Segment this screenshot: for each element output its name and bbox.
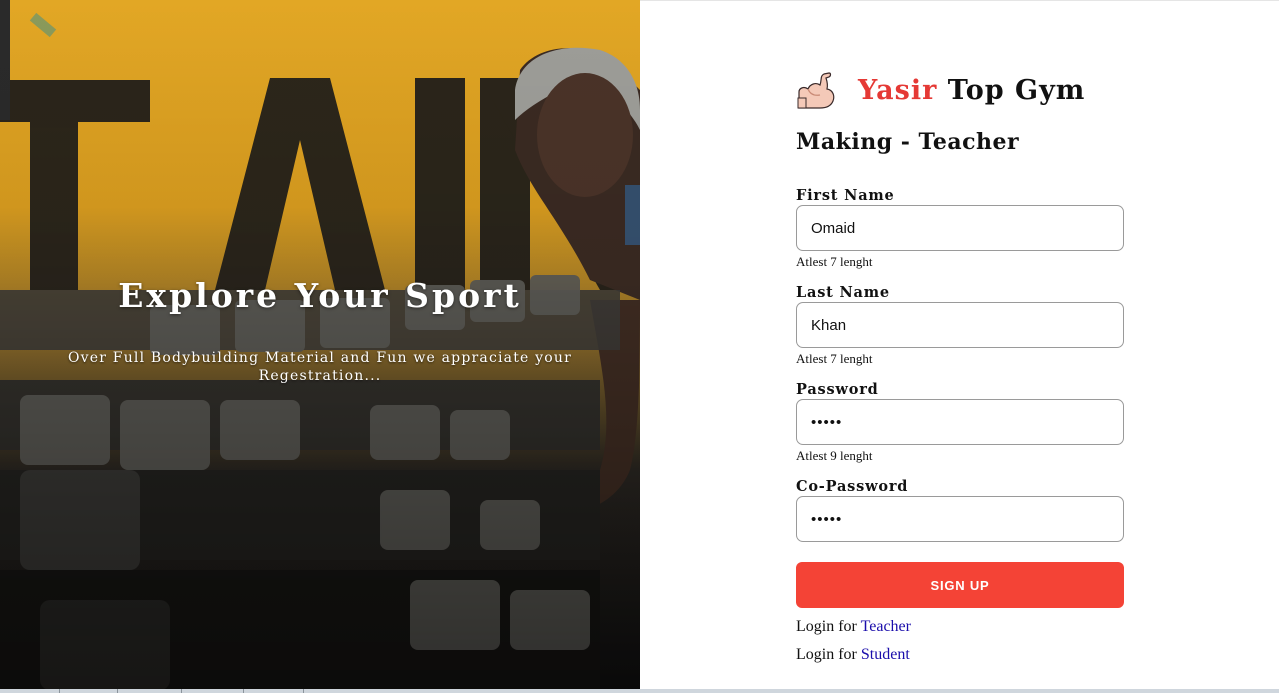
signup-panel: Yasir Top Gym Making - Teacher First Nam… xyxy=(640,0,1279,690)
login-student-line: Login for Student xyxy=(796,646,910,664)
brand-name: Yasir Top Gym xyxy=(858,75,1085,106)
password-hint: Atlest 9 lenght xyxy=(796,448,873,463)
password-input[interactable] xyxy=(796,399,1124,445)
login-teacher-line: Login for Teacher xyxy=(796,618,911,636)
taskbar-tab[interactable] xyxy=(118,689,182,693)
hero-overlay xyxy=(0,0,640,690)
taskbar-strip xyxy=(0,689,1279,693)
hero-title: Explore Your Sport xyxy=(118,276,522,315)
first-name-hint: Atlest 7 lenght xyxy=(796,254,873,269)
password-label: Password xyxy=(796,381,879,398)
login-teacher-link[interactable]: Teacher xyxy=(861,618,911,635)
form-title: Making - Teacher xyxy=(796,129,1020,155)
sign-up-button[interactable]: SIGN UP xyxy=(796,562,1124,608)
taskbar-tab[interactable] xyxy=(244,689,304,693)
login-student-link[interactable]: Student xyxy=(861,646,910,663)
brand: Yasir Top Gym xyxy=(796,69,1085,111)
login-student-prefix: Login for xyxy=(796,646,861,663)
last-name-input[interactable] xyxy=(796,302,1124,348)
first-name-input[interactable] xyxy=(796,205,1124,251)
last-name-hint: Atlest 7 lenght xyxy=(796,351,873,366)
co-password-field: Co-Password xyxy=(796,478,1124,542)
hero-subtitle: Over Full Bodybuilding Material and Fun … xyxy=(67,350,573,384)
co-password-input[interactable] xyxy=(796,496,1124,542)
hero-panel: Explore Your Sport Over Full Bodybuildin… xyxy=(0,0,640,690)
taskbar-tab[interactable] xyxy=(60,689,118,693)
brand-name-accent: Yasir xyxy=(858,74,938,106)
taskbar-tab[interactable] xyxy=(0,689,60,693)
flexed-biceps-icon xyxy=(797,72,835,109)
last-name-label: Last Name xyxy=(796,284,890,301)
co-password-label: Co-Password xyxy=(796,478,909,495)
password-field: Password Atlest 9 lenght xyxy=(796,381,1124,464)
brand-name-rest: Top Gym xyxy=(937,74,1086,106)
last-name-field: Last Name Atlest 7 lenght xyxy=(796,284,1124,367)
first-name-field: First Name Atlest 7 lenght xyxy=(796,187,1124,270)
first-name-label: First Name xyxy=(796,187,895,204)
login-teacher-prefix: Login for xyxy=(796,618,861,635)
taskbar-tab[interactable] xyxy=(182,689,244,693)
